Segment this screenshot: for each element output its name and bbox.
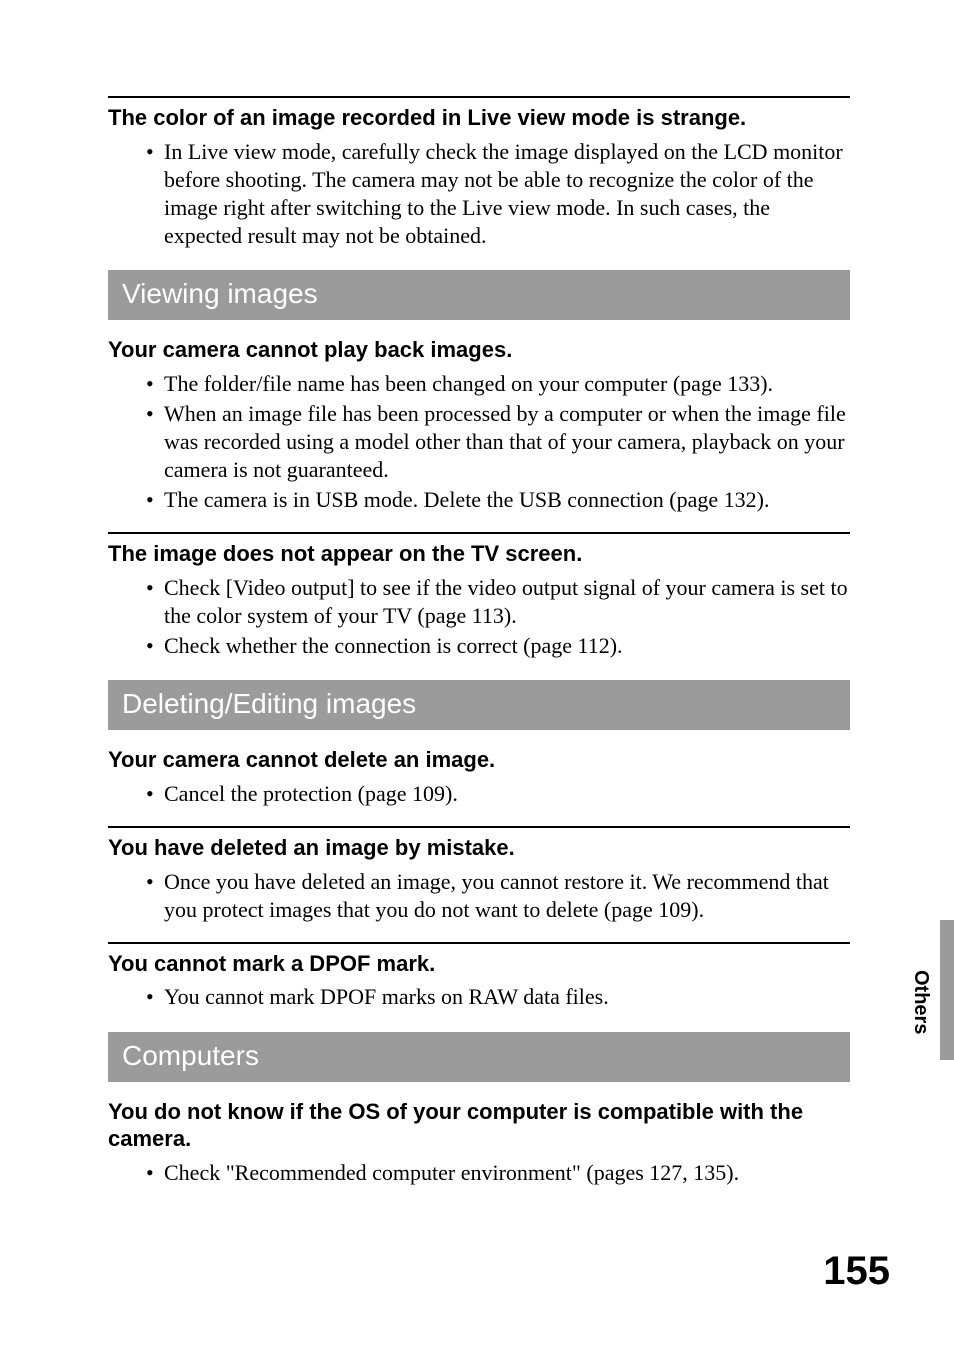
bullet-item: You cannot mark DPOF marks on RAW data f… (164, 983, 850, 1011)
bullet-item: Once you have deleted an image, you cann… (164, 868, 850, 924)
horizontal-rule (108, 942, 850, 944)
bullet-item: Check whether the connection is correct … (164, 632, 850, 660)
side-tab (940, 920, 954, 1060)
bullet-list: Once you have deleted an image, you cann… (108, 868, 850, 924)
horizontal-rule (108, 96, 850, 98)
page-number: 155 (823, 1249, 890, 1294)
issue-title: Your camera cannot delete an image. (108, 746, 850, 774)
issue-title: Your camera cannot play back images. (108, 336, 850, 364)
bullet-item: Check "Recommended computer environment"… (164, 1159, 850, 1187)
side-section-label: Others (909, 970, 932, 1034)
bullet-item: Check [Video output] to see if the video… (164, 574, 850, 630)
bullet-list: Check "Recommended computer environment"… (108, 1159, 850, 1187)
issue-title: You cannot mark a DPOF mark. (108, 950, 850, 978)
bullet-item: Cancel the protection (page 109). (164, 780, 850, 808)
bullet-item: The camera is in USB mode. Delete the US… (164, 486, 850, 514)
bullet-item: In Live view mode, carefully check the i… (164, 138, 850, 251)
section-heading: Viewing images (108, 270, 850, 320)
bullet-list: You cannot mark DPOF marks on RAW data f… (108, 983, 850, 1011)
bullet-item: The folder/file name has been changed on… (164, 370, 850, 398)
bullet-list: In Live view mode, carefully check the i… (108, 138, 850, 251)
bullet-item: When an image file has been processed by… (164, 400, 850, 484)
horizontal-rule (108, 826, 850, 828)
issue-title: The color of an image recorded in Live v… (108, 104, 850, 132)
horizontal-rule (108, 532, 850, 534)
bullet-list: Check [Video output] to see if the video… (108, 574, 850, 660)
section-heading: Computers (108, 1032, 850, 1082)
issue-title: You have deleted an image by mistake. (108, 834, 850, 862)
bullet-list: Cancel the protection (page 109). (108, 780, 850, 808)
bullet-list: The folder/file name has been changed on… (108, 370, 850, 515)
page-content: The color of an image recorded in Live v… (108, 82, 850, 1205)
section-heading: Deleting/Editing images (108, 680, 850, 730)
issue-title: The image does not appear on the TV scre… (108, 540, 850, 568)
issue-title: You do not know if the OS of your comput… (108, 1098, 850, 1153)
